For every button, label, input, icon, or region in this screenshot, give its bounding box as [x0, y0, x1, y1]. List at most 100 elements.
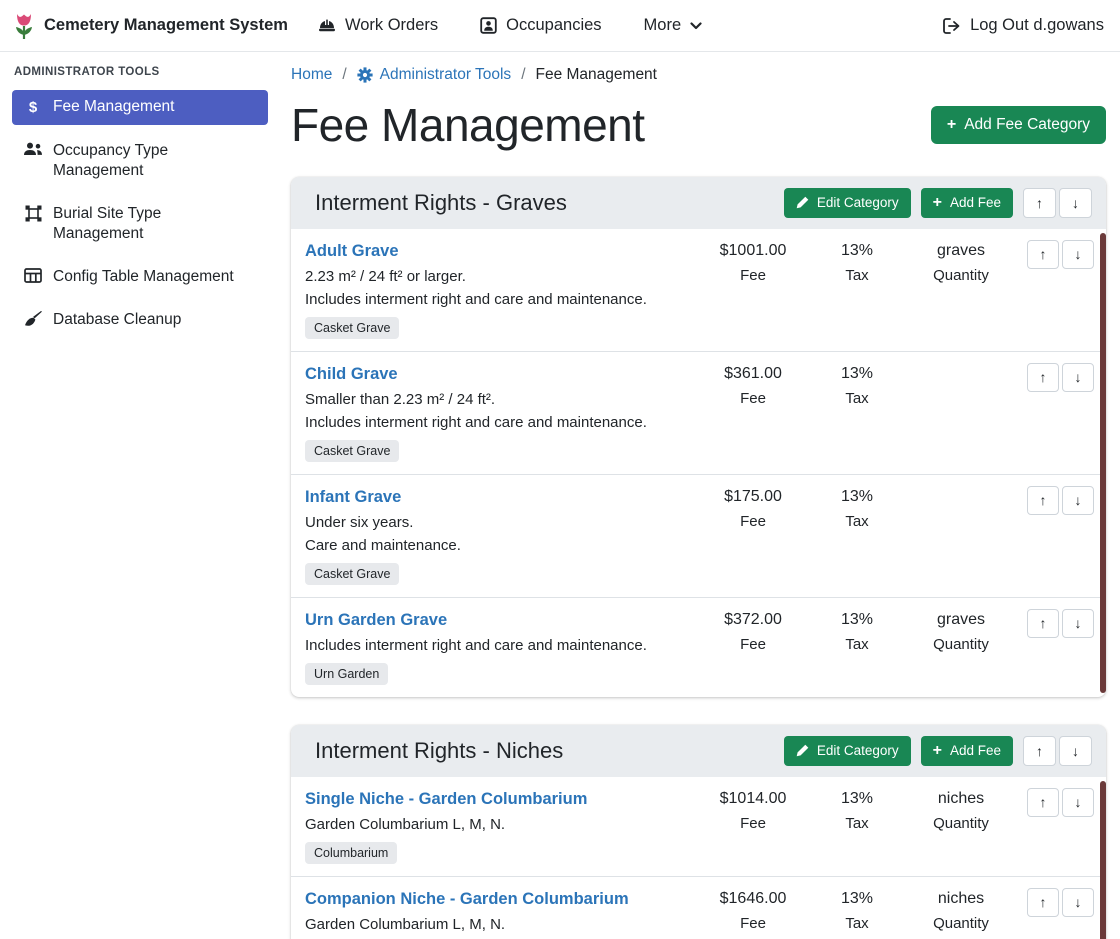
add-fee-button[interactable]: + Add Fee — [921, 736, 1013, 766]
fee-name-link[interactable]: Urn Garden Grave — [305, 611, 447, 630]
gear-icon — [357, 67, 373, 83]
move-fee-down-button[interactable]: ↓ — [1062, 788, 1094, 817]
fee-description: Includes interment right and care and ma… — [305, 291, 701, 308]
fee-info: Single Niche - Garden Columbarium Garden… — [305, 788, 701, 864]
fee-name-link[interactable]: Infant Grave — [305, 488, 401, 507]
sidebar-item-occupancy-type-management[interactable]: Occupancy Type Management — [12, 134, 268, 188]
nav-more[interactable]: More — [644, 16, 703, 35]
fee-quantity-col: niches Quantity — [909, 888, 1013, 939]
edit-category-button[interactable]: Edit Category — [784, 736, 911, 766]
sidebar-item-fee-management[interactable]: $ Fee Management — [12, 90, 268, 125]
add-fee-button[interactable]: + Add Fee — [921, 188, 1013, 218]
fee-amount-col: $175.00 Fee — [701, 486, 805, 585]
card-scrollbar[interactable] — [1100, 233, 1106, 693]
sidebar-item-label: Fee Management — [53, 97, 175, 117]
breadcrumb-separator: / — [342, 66, 346, 84]
fee-row-infant-grave: Infant Grave Under six years. Care and m… — [291, 474, 1106, 597]
fee-description: Garden Columbarium L, M, N. — [305, 816, 701, 833]
add-fee-category-button[interactable]: + Add Fee Category — [931, 106, 1106, 144]
sidebar-item-config-table-management[interactable]: Config Table Management — [12, 260, 268, 294]
fee-name-link[interactable]: Single Niche - Garden Columbarium — [305, 790, 587, 809]
fee-tax-col: 13% Tax — [805, 788, 909, 864]
move-category-up-button[interactable]: ↑ — [1023, 188, 1056, 218]
fee-quantity-col — [909, 363, 1013, 462]
pencil-icon — [796, 744, 809, 757]
fee-amount-label: Fee — [701, 915, 805, 932]
fee-quantity: niches — [909, 890, 1013, 908]
fee-quantity-col: graves Quantity — [909, 240, 1013, 339]
fee-info: Companion Niche - Garden Columbarium Gar… — [305, 888, 701, 939]
fee-amount-label: Fee — [701, 815, 805, 832]
plus-icon: + — [947, 117, 956, 133]
fee-quantity-label: Quantity — [909, 915, 1013, 932]
fee-reorder-buttons: ↑ ↓ — [1027, 363, 1094, 392]
main-content: Home / — [280, 52, 1120, 939]
chevron-down-icon — [690, 22, 702, 30]
add-fee-label: Add Fee — [950, 195, 1001, 210]
breadcrumb-home-link[interactable]: Home — [291, 66, 332, 84]
move-category-down-button[interactable]: ↓ — [1059, 188, 1092, 218]
sidebar-nav: $ Fee Management Occupancy Type Manageme… — [12, 90, 268, 337]
sidebar-item-burial-site-type-management[interactable]: Burial Site Type Management — [12, 197, 268, 251]
fee-list: Single Niche - Garden Columbarium Garden… — [291, 777, 1106, 939]
fee-tax-label: Tax — [805, 815, 909, 832]
fee-tax-col: 13% Tax — [805, 486, 909, 585]
move-fee-up-button[interactable]: ↑ — [1027, 888, 1059, 917]
card-scrollbar[interactable] — [1100, 781, 1106, 939]
fee-row-adult-grave: Adult Grave 2.23 m² / 24 ft² or larger. … — [291, 229, 1106, 351]
move-fee-down-button[interactable]: ↓ — [1062, 609, 1094, 638]
fee-name-link[interactable]: Companion Niche - Garden Columbarium — [305, 890, 629, 909]
move-fee-up-button[interactable]: ↑ — [1027, 486, 1059, 515]
fee-name-link[interactable]: Adult Grave — [305, 242, 399, 261]
fee-name-link[interactable]: Child Grave — [305, 365, 398, 384]
fee-quantity-label: Quantity — [909, 267, 1013, 284]
fee-reorder-buttons: ↑ ↓ — [1027, 888, 1094, 917]
app-brand[interactable]: Cemetery Management System — [12, 12, 288, 40]
move-category-down-button[interactable]: ↓ — [1059, 736, 1092, 766]
nav-occupancies[interactable]: Occupancies — [480, 16, 601, 35]
fee-amount-label: Fee — [701, 513, 805, 530]
edit-category-label: Edit Category — [817, 195, 899, 210]
move-fee-down-button[interactable]: ↓ — [1062, 363, 1094, 392]
fee-info: Adult Grave 2.23 m² / 24 ft² or larger. … — [305, 240, 701, 339]
fee-quantity-label: Quantity — [909, 636, 1013, 653]
move-fee-down-button[interactable]: ↓ — [1062, 240, 1094, 269]
sidebar-heading: ADMINISTRATOR TOOLS — [14, 66, 268, 78]
fee-description: 2.23 m² / 24 ft² or larger. — [305, 268, 701, 285]
fee-reorder-buttons: ↑ ↓ — [1027, 609, 1094, 638]
fee-amount-col: $372.00 Fee — [701, 609, 805, 685]
sidebar-item-label: Config Table Management — [53, 267, 234, 287]
plus-icon: + — [933, 743, 942, 759]
nav-more-label: More — [644, 16, 682, 35]
move-fee-up-button[interactable]: ↑ — [1027, 788, 1059, 817]
fee-amount: $361.00 — [701, 365, 805, 383]
breadcrumb-admin-tools-link[interactable]: Administrator Tools — [357, 66, 512, 84]
users-icon — [22, 142, 44, 156]
move-category-up-button[interactable]: ↑ — [1023, 736, 1056, 766]
move-fee-up-button[interactable]: ↑ — [1027, 363, 1059, 392]
nav-work-orders[interactable]: Work Orders — [318, 16, 438, 35]
broom-icon — [22, 311, 44, 327]
fee-amount: $1014.00 — [701, 790, 805, 808]
move-fee-down-button[interactable]: ↓ — [1062, 486, 1094, 515]
edit-category-label: Edit Category — [817, 743, 899, 758]
move-fee-up-button[interactable]: ↑ — [1027, 240, 1059, 269]
hard-hat-icon — [318, 18, 336, 34]
fee-tax: 13% — [805, 488, 909, 506]
fee-row-single-niche: Single Niche - Garden Columbarium Garden… — [291, 777, 1106, 876]
fee-type-badge: Casket Grave — [305, 440, 399, 462]
fee-tax-col: 13% Tax — [805, 888, 909, 939]
category-reorder-buttons: ↑ ↓ — [1023, 188, 1092, 218]
move-fee-up-button[interactable]: ↑ — [1027, 609, 1059, 638]
logout-button[interactable]: Log Out d.gowans — [943, 16, 1104, 35]
fee-reorder-buttons: ↑ ↓ — [1027, 240, 1094, 269]
sidebar: ADMINISTRATOR TOOLS $ Fee Management — [0, 52, 280, 939]
fee-amount-col: $1014.00 Fee — [701, 788, 805, 864]
logout-label: Log Out d.gowans — [970, 16, 1104, 35]
move-fee-down-button[interactable]: ↓ — [1062, 888, 1094, 917]
category-actions: Edit Category + Add Fee ↑ ↓ — [784, 736, 1092, 766]
edit-category-button[interactable]: Edit Category — [784, 188, 911, 218]
add-fee-category-label: Add Fee Category — [964, 116, 1090, 134]
add-fee-label: Add Fee — [950, 743, 1001, 758]
sidebar-item-database-cleanup[interactable]: Database Cleanup — [12, 303, 268, 337]
